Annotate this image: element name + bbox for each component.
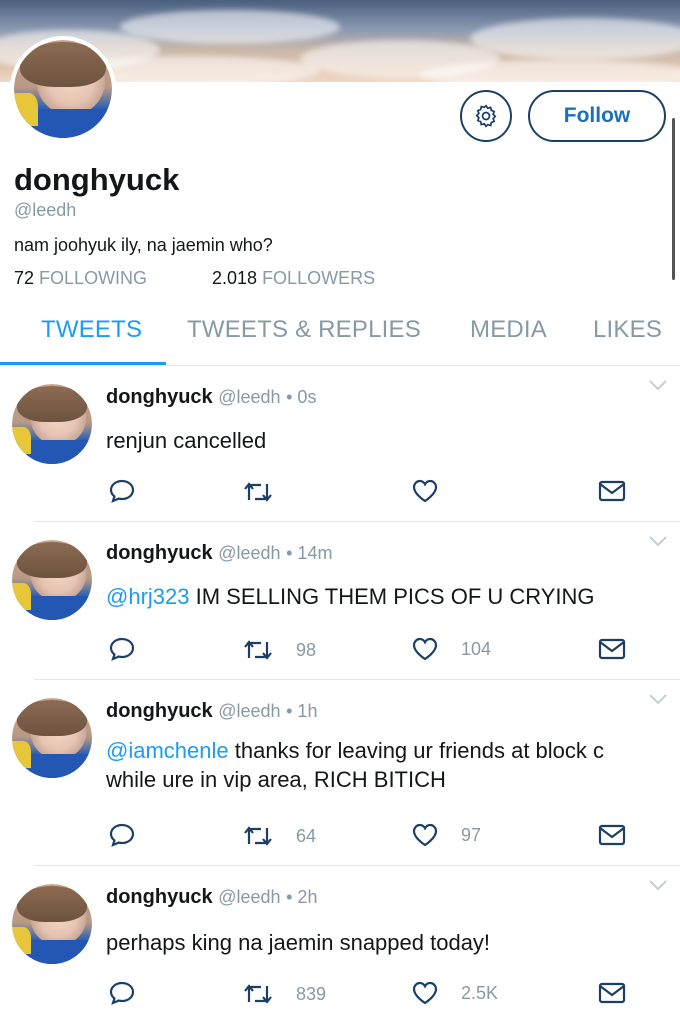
followers-count: 2.018 [212, 268, 258, 288]
direct-message-button[interactable] [598, 480, 626, 502]
followers-stat[interactable]: 2.018 FOLLOWERS [212, 268, 375, 289]
tweet-text: @iamchenle thanks for leaving ur friends… [106, 736, 671, 794]
follow-button[interactable]: Follow [528, 90, 666, 142]
reply-button[interactable] [108, 636, 136, 662]
tweet-item[interactable]: donghyuck @leedh • 2h perhaps king na ja… [0, 866, 680, 1024]
scrollbar[interactable] [672, 118, 675, 280]
retweet-icon [244, 826, 272, 846]
tweet-author-name[interactable]: donghyuck [106, 886, 213, 908]
reply-button[interactable] [108, 478, 136, 504]
tweet-text: perhaps king na jaemin snapped today! [106, 928, 671, 957]
envelope-icon [598, 982, 626, 1004]
tweet-timestamp: • 0s [286, 387, 317, 407]
envelope-icon [598, 638, 626, 660]
retweet-count: 64 [296, 825, 317, 846]
like-count: 104 [461, 638, 492, 659]
chevron-down-icon[interactable] [648, 378, 668, 392]
tweet-timestamp: • 1h [286, 701, 318, 721]
tweet-text: @hrj323 IM SELLING THEM PICS OF U CRYING [106, 582, 671, 611]
following-count: 72 [14, 268, 35, 288]
retweet-icon [244, 984, 272, 1004]
like-button[interactable] [411, 478, 461, 504]
reply-icon [109, 981, 135, 1005]
envelope-icon [598, 480, 626, 502]
tweet-text-main: perhaps king na jaemin snapped today! [106, 930, 491, 955]
like-count: 2.5K [461, 982, 499, 1003]
heart-icon [412, 637, 438, 661]
following-stat[interactable]: 72 FOLLOWING [14, 268, 147, 289]
retweet-button[interactable]: 839 [242, 982, 326, 1006]
followers-label: FOLLOWERS [262, 268, 376, 288]
tweet-author-handle[interactable]: @leedh [218, 387, 280, 407]
tweet-author-name[interactable]: donghyuck [106, 542, 213, 564]
tweet-author-name[interactable]: donghyuck [106, 700, 213, 722]
profile-handle: @leedh [14, 200, 77, 220]
retweet-count: 98 [296, 639, 317, 660]
envelope-icon [598, 824, 626, 846]
tweet-author-handle[interactable]: @leedh [218, 543, 280, 563]
tweet-text-main: renjun cancelled [106, 428, 267, 453]
tweet-header: donghyuck @leedh • 1h [106, 700, 317, 723]
tweet-item[interactable]: donghyuck @leedh • 0s renjun cancelled [0, 366, 680, 522]
tweet-mention[interactable]: @iamchenle [106, 738, 229, 763]
settings-button[interactable] [460, 90, 512, 142]
tab-likes[interactable]: LIKES [593, 316, 662, 344]
chevron-down-icon[interactable] [648, 692, 668, 706]
tweet-item[interactable]: donghyuck @leedh • 14m @hrj323 IM SELLIN… [0, 522, 680, 680]
like-button[interactable]: 104 [411, 636, 491, 662]
chevron-down-icon[interactable] [648, 878, 668, 892]
active-tab-indicator [0, 362, 166, 365]
tab-tweets-replies[interactable]: TWEETS & REPLIES [187, 316, 421, 344]
retweet-button[interactable]: 64 [242, 824, 316, 848]
tweet-timestamp: • 2h [286, 887, 318, 907]
tweet-header: donghyuck @leedh • 14m [106, 542, 332, 565]
gear-icon [475, 104, 497, 128]
heart-icon [412, 981, 438, 1005]
tweet-text-main: thanks for leaving ur friends at block c [228, 738, 605, 763]
tweet-avatar[interactable] [12, 540, 92, 620]
tweet-author-name[interactable]: donghyuck [106, 386, 213, 408]
tweet-item[interactable]: donghyuck @leedh • 1h @iamchenle thanks … [0, 680, 680, 866]
reply-icon [109, 479, 135, 503]
like-button[interactable]: 97 [411, 822, 481, 848]
tweet-author-handle[interactable]: @leedh [218, 701, 280, 721]
tweet-author-handle[interactable]: @leedh [218, 887, 280, 907]
tweet-text-line2: while ure in vip area, RICH BITICH [106, 767, 446, 792]
profile-name: donghyuck [14, 162, 180, 197]
direct-message-button[interactable] [598, 824, 626, 846]
chevron-down-icon[interactable] [648, 534, 668, 548]
heart-icon [412, 823, 438, 847]
tweet-text: renjun cancelled [106, 426, 671, 455]
heart-icon [412, 479, 438, 503]
retweet-button[interactable]: 98 [242, 638, 316, 662]
tweet-mention[interactable]: @hrj323 [106, 584, 190, 609]
like-count: 97 [461, 824, 482, 845]
following-label: FOLLOWING [39, 268, 148, 288]
retweet-icon [244, 640, 272, 660]
tweet-avatar[interactable] [12, 384, 92, 464]
profile-bio: nam joohyuk ily, na jaemin who? [14, 235, 273, 255]
tweet-text-main: IM SELLING THEM PICS OF U CRYING [189, 584, 595, 609]
direct-message-button[interactable] [598, 982, 626, 1004]
profile-tabs: TWEETS TWEETS & REPLIES MEDIA LIKES [0, 310, 680, 366]
direct-message-button[interactable] [598, 638, 626, 660]
tweet-avatar[interactable] [12, 698, 92, 778]
profile-avatar[interactable] [10, 36, 116, 142]
reply-button[interactable] [108, 822, 136, 848]
retweet-icon [244, 482, 272, 502]
retweet-button[interactable] [242, 480, 296, 504]
retweet-count: 839 [296, 983, 327, 1004]
reply-button[interactable] [108, 980, 136, 1006]
tweet-header: donghyuck @leedh • 0s [106, 386, 316, 409]
reply-icon [109, 637, 135, 661]
tweet-avatar[interactable] [12, 884, 92, 964]
tab-tweets[interactable]: TWEETS [41, 316, 142, 344]
tab-media[interactable]: MEDIA [470, 316, 547, 344]
tweet-timestamp: • 14m [286, 543, 333, 563]
reply-icon [109, 823, 135, 847]
tweet-header: donghyuck @leedh • 2h [106, 886, 317, 909]
like-button[interactable]: 2.5K [411, 980, 498, 1006]
